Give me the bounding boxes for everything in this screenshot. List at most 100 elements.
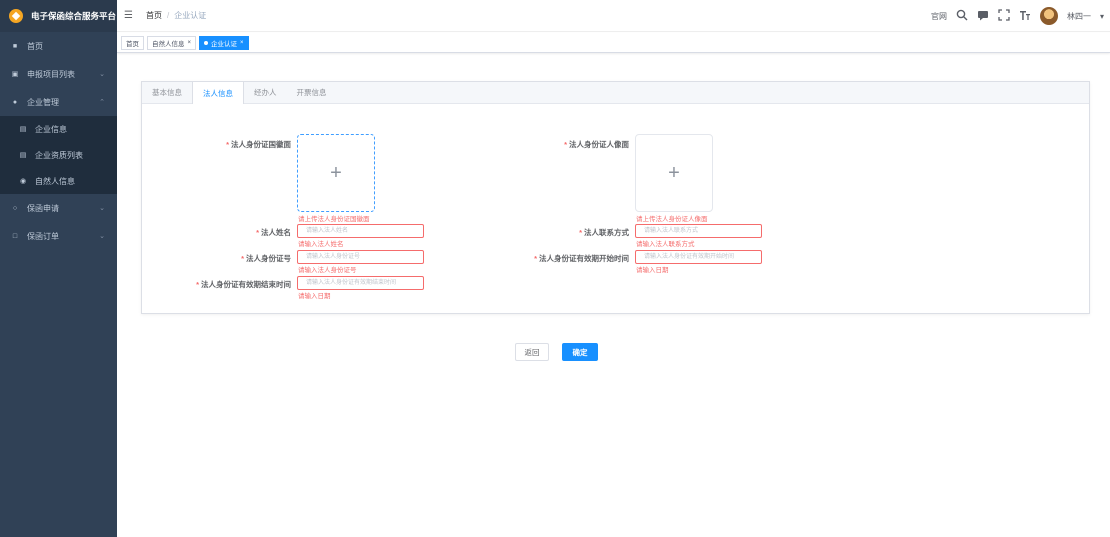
caret-down-icon[interactable]: ▾ [1100,12,1104,21]
required-mark: * [534,254,537,263]
order-icon: □ [12,232,18,240]
search-icon[interactable] [956,9,968,24]
sidebar-item-label: 保函订单 [27,231,59,241]
tab-legal-person[interactable]: 法人信息 [192,82,244,104]
sidebar-item-qualification[interactable]: ▤ 企业资质列表 [0,142,117,168]
avatar[interactable] [1039,7,1058,25]
breadcrumb-current: 企业认证 [174,11,207,20]
close-icon[interactable]: × [188,40,192,46]
logo-icon [9,9,23,23]
id-back-label: * 法人身份证国徽面 [226,139,291,150]
sidebar-item-label: 企业管理 [27,97,59,107]
plus-icon: + [668,161,680,184]
valid-end-label-text: 法人身份证有效期结束时间 [201,280,291,289]
sidebar-item-label: 企业资质列表 [35,150,83,160]
breadcrumb-home[interactable]: 首页 [146,10,162,21]
id-back-label-text: 法人身份证国徽面 [231,140,291,149]
home-icon: ■ [12,42,18,50]
tab-invoice[interactable]: 开票信息 [287,82,337,103]
chevron-down-icon: ⌄ [99,205,105,212]
sidebar: 电子保函综合服务平台 ■ 首页 ▣ 申报项目列表 ⌄ ● 企业管理 ⌃ ▤ 企业… [0,0,117,537]
tab-bar: 基本信息 法人信息 经办人 开票信息 [142,82,1089,104]
phone-error: 请输入法人联系方式 [636,241,695,248]
chevron-down-icon: ⌄ [99,71,105,78]
sidebar-item-home[interactable]: ■ 首页 [0,32,117,60]
valid-end-input[interactable] [297,276,424,290]
valid-start-label-text: 法人身份证有效期开始时间 [539,254,629,263]
sidebar-item-person-info[interactable]: ◉ 自然人信息 [0,168,117,194]
required-mark: * [564,140,567,149]
breadcrumb: 首页 / 企业认证 [146,10,206,21]
sidebar-item-enterprise-info[interactable]: ▤ 企业信息 [0,116,117,142]
sidebar-item-label: 申报项目列表 [27,69,75,79]
required-mark: * [241,254,244,263]
name-input[interactable] [297,224,424,238]
required-mark: * [196,280,199,289]
id-front-error: 请上传法人身份证人像面 [636,216,708,223]
right-menu: 官网 林四一 ▾ [931,0,1104,32]
message-icon[interactable] [977,9,989,24]
apply-icon: ○ [12,204,18,212]
official-site-link[interactable]: 官网 [931,11,947,22]
logo-row[interactable]: 电子保函综合服务平台 [0,0,117,32]
phone-label: * 法人联系方式 [579,227,629,238]
sidebar-item-label: 保函申请 [27,203,59,213]
username[interactable]: 林四一 [1067,11,1091,22]
id-front-label-text: 法人身份证人像面 [569,140,629,149]
tags-view: 首页 自然人信息 × 企业认证 × [117,33,1110,53]
name-error: 请输入法人姓名 [298,241,344,248]
tag-home[interactable]: 首页 [121,35,144,50]
user-icon: ● [12,98,18,106]
valid-end-label: * 法人身份证有效期结束时间 [196,279,291,290]
required-mark: * [226,140,229,149]
chevron-down-icon: ⌄ [99,233,105,240]
valid-start-input[interactable] [635,250,762,264]
app-title: 电子保函综合服务平台 [31,11,117,21]
name-label-text: 法人姓名 [261,228,291,237]
list-icon: ▣ [11,71,19,78]
tag-person-info[interactable]: 自然人信息 × [147,35,197,50]
plus-icon: + [330,161,342,184]
valid-start-error: 请输入日期 [636,267,669,274]
valid-start-label: * 法人身份证有效期开始时间 [534,253,629,264]
sidebar-item-guarantee-orders[interactable]: □ 保函订单 ⌄ [0,222,117,250]
tag-label: 自然人信息 [152,40,185,48]
tab-basic-info[interactable]: 基本信息 [142,82,192,103]
breadcrumb-separator: / [167,11,170,20]
tag-label: 企业认证 [211,40,238,48]
id-number-label: * 法人身份证号 [241,253,291,264]
required-mark: * [256,228,259,237]
tag-enterprise-auth[interactable]: 企业认证 × [199,35,249,50]
id-number-label-text: 法人身份证号 [246,254,291,263]
sidebar-item-label: 企业信息 [35,124,67,134]
id-front-label: * 法人身份证人像面 [564,139,629,150]
top-navbar: ☰ 首页 / 企业认证 官网 林四一 ▾ [117,0,1110,32]
sidebar-item-label: 首页 [27,41,43,51]
sidebar-item-label: 自然人信息 [35,176,75,186]
phone-input[interactable] [635,224,762,238]
sidebar-item-project-list[interactable]: ▣ 申报项目列表 ⌄ [0,60,117,88]
sidebar-item-enterprise[interactable]: ● 企业管理 ⌃ [0,88,117,116]
close-icon[interactable]: × [240,40,244,46]
id-front-upload[interactable]: + [635,134,713,212]
id-number-input[interactable] [297,250,424,264]
tag-label: 首页 [126,40,139,48]
id-back-error: 请上传法人身份证国徽面 [298,216,370,223]
person-icon: ◉ [19,178,27,185]
hamburger-icon[interactable]: ☰ [124,10,134,21]
back-button[interactable]: 返回 [515,343,549,361]
id-back-upload[interactable]: + [297,134,375,212]
doc-icon: ▤ [19,152,27,159]
font-size-icon[interactable] [1019,9,1031,24]
sidebar-item-guarantee-apply[interactable]: ○ 保函申请 ⌄ [0,194,117,222]
confirm-button[interactable]: 确定 [562,343,598,361]
required-mark: * [579,228,582,237]
active-dot-icon [204,40,209,45]
chevron-up-icon: ⌃ [99,99,105,106]
doc-icon: ▤ [19,126,27,133]
id-number-error: 请输入法人身份证号 [298,267,357,274]
tab-agent[interactable]: 经办人 [244,82,287,103]
phone-label-text: 法人联系方式 [584,228,629,237]
fullscreen-icon[interactable] [998,8,1010,24]
enterprise-submenu: ▤ 企业信息 ▤ 企业资质列表 ◉ 自然人信息 [0,116,117,194]
